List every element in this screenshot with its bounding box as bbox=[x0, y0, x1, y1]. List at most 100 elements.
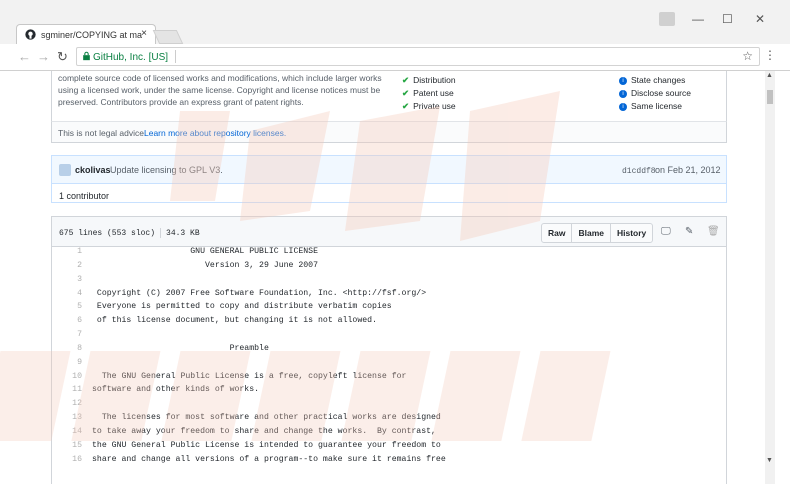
line-number[interactable]: 6 bbox=[52, 316, 92, 330]
line-content: The GNU General Public License is a free… bbox=[92, 371, 407, 381]
line-number[interactable]: 3 bbox=[52, 275, 92, 289]
latest-commit: ckolivas Update licensing to GPL V3. d1c… bbox=[51, 155, 727, 203]
line-content: share and change all versions of a progr… bbox=[92, 454, 446, 464]
legal-notice: This is not legal advice. Learn more abo… bbox=[51, 121, 727, 143]
line-number[interactable]: 1 bbox=[52, 247, 92, 261]
line-number[interactable]: 12 bbox=[52, 399, 92, 413]
permission-item: ✔ Distribution bbox=[402, 75, 456, 85]
license-description: complete source code of licensed works a… bbox=[58, 73, 382, 107]
code-line: 3 bbox=[52, 275, 726, 289]
line-number[interactable]: 11 bbox=[52, 385, 92, 399]
info-icon: i bbox=[619, 89, 627, 98]
new-tab-button[interactable] bbox=[152, 30, 184, 44]
permission-item: ✔ Private use bbox=[402, 101, 456, 111]
code-line: 4 Copyright (C) 2007 Free Software Found… bbox=[52, 289, 726, 303]
commit-message[interactable]: Update licensing to GPL V3. bbox=[110, 165, 223, 175]
profile-icon[interactable] bbox=[659, 12, 675, 26]
line-number[interactable]: 9 bbox=[52, 358, 92, 372]
check-icon: ✔ bbox=[402, 75, 410, 85]
code-line: 12 bbox=[52, 399, 726, 413]
file-size: 34.3 KB bbox=[166, 229, 200, 239]
commit-date: on Feb 21, 2012 bbox=[655, 165, 721, 175]
condition-item: i Same license bbox=[619, 100, 691, 113]
line-content: Everyone is permitted to copy and distri… bbox=[92, 302, 392, 312]
line-content: to take away your freedom to share and c… bbox=[92, 426, 436, 436]
raw-button[interactable]: Raw bbox=[541, 223, 573, 243]
scrollbar-thumb[interactable] bbox=[767, 90, 773, 104]
file-actions: Raw Blame History bbox=[541, 223, 654, 243]
avatar[interactable] bbox=[59, 164, 71, 176]
tab-title: sgminer/COPYING at ma bbox=[41, 30, 143, 40]
blame-button[interactable]: Blame bbox=[571, 223, 611, 243]
code-line: 6 of this license document, but changing… bbox=[52, 316, 726, 330]
back-icon[interactable]: ← bbox=[18, 49, 31, 64]
code-line: 14 to take away your freedom to share and… bbox=[52, 427, 726, 441]
close-window-button[interactable]: ✕ bbox=[755, 12, 765, 26]
file-viewer: 675 lines (553 sloc) 34.3 KB Raw Blame Hi… bbox=[51, 216, 727, 484]
line-content: Version 3, 29 June 2007 bbox=[92, 260, 319, 270]
browser-menu-icon[interactable]: ⋮ bbox=[764, 48, 776, 62]
commit-sha[interactable]: d1cddf8 bbox=[622, 167, 656, 176]
code-line: 9 bbox=[52, 358, 726, 372]
line-number[interactable]: 16 bbox=[52, 455, 92, 469]
line-number[interactable]: 4 bbox=[52, 289, 92, 303]
code-line: 13 The licenses for most software and ot… bbox=[52, 413, 726, 427]
github-icon bbox=[25, 29, 36, 40]
code-line: 1 GNU GENERAL PUBLIC LICENSE bbox=[52, 247, 726, 261]
reload-icon[interactable]: ↻ bbox=[57, 49, 68, 65]
line-content: Preamble bbox=[92, 343, 269, 353]
lock-icon bbox=[83, 51, 90, 61]
trash-icon[interactable]: 🗑 bbox=[707, 226, 720, 237]
edit-pencil-icon[interactable]: ✎ bbox=[685, 226, 693, 237]
line-count: 675 lines (553 sloc) bbox=[59, 229, 156, 239]
address-bar[interactable]: GitHub, Inc. [US] ☆ bbox=[76, 47, 760, 66]
divider bbox=[160, 228, 162, 238]
code-line: 5 Everyone is permitted to copy and dist… bbox=[52, 302, 726, 316]
permission-item: ✔ Patent use bbox=[402, 88, 454, 98]
line-content: of this license document, but changing i… bbox=[92, 316, 377, 326]
conditions-list: i State changes i Disclose source i Same li… bbox=[619, 74, 691, 113]
line-content: The licenses for most software and other… bbox=[92, 413, 441, 423]
browser-titlebar: sgminer/COPYING at ma × — ☐ ✕ bbox=[0, 0, 790, 44]
line-number[interactable]: 7 bbox=[52, 330, 92, 344]
tab-close-icon[interactable]: × bbox=[141, 28, 147, 39]
check-icon: ✔ bbox=[402, 88, 410, 98]
contributors-count[interactable]: 1 contributor bbox=[59, 191, 109, 201]
line-content: software and other kinds of works. bbox=[92, 385, 260, 395]
line-number[interactable]: 15 bbox=[52, 441, 92, 455]
line-number[interactable]: 8 bbox=[52, 344, 92, 358]
info-icon: i bbox=[619, 76, 627, 85]
history-button[interactable]: History bbox=[610, 223, 654, 243]
code-line: 16 share and change all versions of a pro… bbox=[52, 455, 726, 469]
page-content: complete source code of licensed works a… bbox=[0, 71, 765, 484]
page-scrollbar[interactable]: ▲ ▼ bbox=[765, 71, 775, 484]
line-content: Copyright (C) 2007 Free Software Foundat… bbox=[92, 288, 427, 298]
commit-header: ckolivas Update licensing to GPL V3. d1c… bbox=[52, 156, 726, 184]
line-number[interactable]: 5 bbox=[52, 302, 92, 316]
learn-more-link[interactable]: Learn more about repository licenses. bbox=[144, 128, 286, 138]
code-line: 10 The GNU General Public License is a f… bbox=[52, 372, 726, 386]
line-number[interactable]: 13 bbox=[52, 413, 92, 427]
code-line: 2 Version 3, 29 June 2007 bbox=[52, 261, 726, 275]
condition-item: i State changes bbox=[619, 74, 691, 87]
commit-author[interactable]: ckolivas bbox=[75, 165, 111, 175]
line-content: the GNU General Public License is intend… bbox=[92, 440, 441, 450]
site-identity: GitHub, Inc. [US] bbox=[93, 52, 169, 63]
code-line: 15 the GNU General Public License is inte… bbox=[52, 441, 726, 455]
browser-toolbar: ← → ↻ GitHub, Inc. [US] ☆ ⋮ bbox=[0, 44, 790, 71]
code-line: 8 Preamble bbox=[52, 344, 726, 358]
scroll-down-icon[interactable]: ▼ bbox=[766, 457, 773, 464]
forward-icon[interactable]: → bbox=[37, 49, 50, 64]
line-number[interactable]: 2 bbox=[52, 261, 92, 275]
scroll-up-icon[interactable]: ▲ bbox=[766, 72, 773, 79]
permissions-list: ✔ Distribution ✔ Patent use ✔ Private use bbox=[402, 74, 456, 113]
line-number[interactable]: 14 bbox=[52, 427, 92, 441]
bookmark-star-icon[interactable]: ☆ bbox=[742, 49, 753, 63]
browser-tab[interactable]: sgminer/COPYING at ma × bbox=[16, 24, 156, 44]
desktop-icon[interactable]: 🖵 bbox=[661, 226, 671, 237]
line-number[interactable]: 10 bbox=[52, 372, 92, 386]
info-icon: i bbox=[619, 102, 627, 111]
minimize-button[interactable]: — bbox=[692, 12, 704, 26]
code-line: 7 bbox=[52, 330, 726, 344]
maximize-button[interactable]: ☐ bbox=[722, 12, 733, 26]
